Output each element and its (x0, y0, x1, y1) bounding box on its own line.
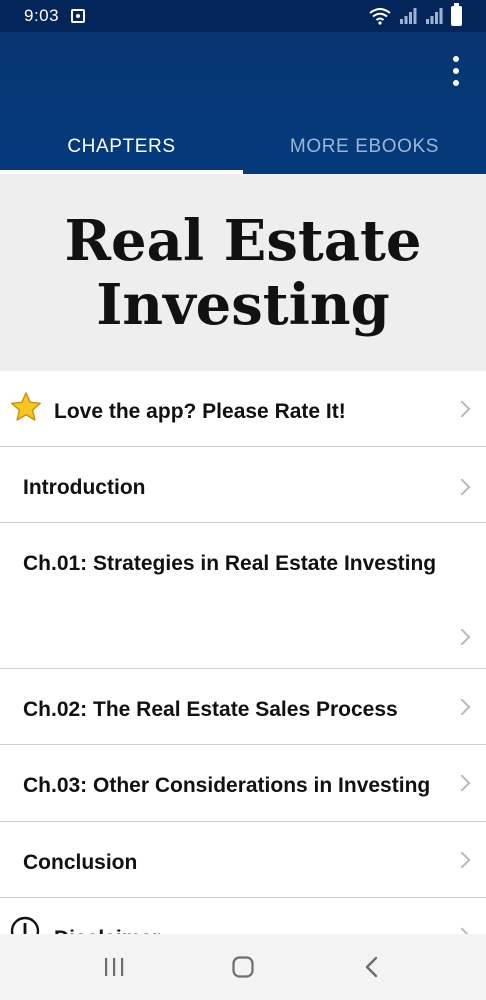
book-title-banner: Real Estate Investing (0, 174, 486, 371)
app-bar: CHAPTERS MORE EBOOKS (0, 32, 486, 174)
home-icon (232, 956, 254, 978)
star-icon (11, 392, 41, 421)
list-item-label: Love the app? Please Rate It! (54, 400, 346, 423)
status-bar: 9:03 (0, 0, 486, 32)
list-item-label: Ch.03: Other Considerations in Investing (23, 774, 431, 797)
tab-strip: CHAPTERS MORE EBOOKS (0, 120, 486, 174)
battery-icon (451, 3, 462, 26)
signal-icon (400, 8, 417, 24)
chevron-right-icon (453, 698, 471, 716)
home-button[interactable] (223, 947, 263, 987)
chevron-right-icon (453, 851, 471, 869)
signal-icon-2 (426, 8, 443, 24)
wifi-icon (369, 8, 391, 25)
overflow-menu-icon[interactable] (446, 56, 466, 86)
chevron-right-icon (453, 774, 471, 792)
list-item-label: Ch.02: The Real Estate Sales Process (23, 698, 398, 721)
notification-icon (71, 9, 86, 23)
tab-chapters[interactable]: CHAPTERS (0, 120, 243, 174)
rate-app-item[interactable]: Love the app? Please Rate It! (0, 371, 486, 447)
list-item-label: Conclusion (23, 851, 138, 874)
tab-more-ebooks[interactable]: MORE EBOOKS (243, 120, 486, 174)
navigation-bar (0, 934, 486, 1000)
status-icons (369, 3, 462, 26)
back-icon (365, 956, 377, 978)
back-button[interactable] (352, 947, 392, 987)
chevron-right-icon (453, 478, 471, 496)
chapter-item-ch03[interactable]: Ch.03: Other Considerations in Investing (0, 745, 486, 822)
chevron-right-icon (453, 628, 471, 646)
chapter-item-ch01[interactable]: Ch.01: Strategies in Real Estate Investi… (0, 523, 486, 669)
chapter-item-conclusion[interactable]: Conclusion (0, 822, 486, 898)
chapter-list: Love the app? Please Rate It! Introducti… (0, 371, 486, 974)
recent-apps-button[interactable] (94, 947, 134, 987)
chevron-right-icon (453, 400, 471, 418)
recent-apps-icon (105, 958, 124, 976)
list-item-label: Introduction (23, 476, 146, 499)
list-item-label: Ch.01: Strategies in Real Estate Investi… (23, 552, 437, 575)
status-time: 9:03 (24, 6, 60, 25)
chapter-item-introduction[interactable]: Introduction (0, 447, 486, 523)
page-title: Real Estate Investing (64, 207, 422, 338)
chapter-item-ch02[interactable]: Ch.02: The Real Estate Sales Process (0, 669, 486, 745)
